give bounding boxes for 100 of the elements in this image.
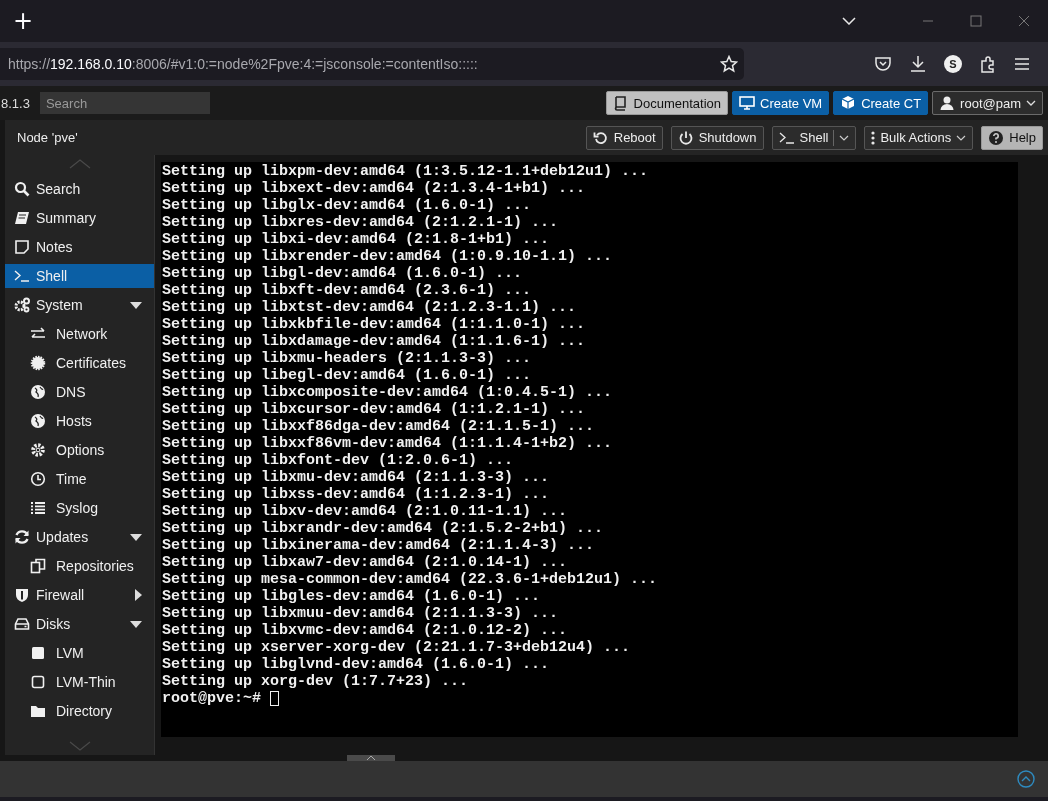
user-icon <box>939 95 956 111</box>
terminal-line: Setting up libxrender-dev:amd64 (1:0.9.10-1.1) ... <box>162 248 614 265</box>
terminal-line: Setting up libxpm-dev:amd64 (1:3.5.12-1.1+deb12u1) ... <box>162 163 650 180</box>
user-menu-button[interactable]: root@pam <box>932 91 1043 115</box>
globe-icon <box>30 413 46 429</box>
sidebar-item[interactable]: Summary <box>5 206 154 230</box>
globe-icon <box>30 384 46 400</box>
shield-icon <box>14 587 30 603</box>
maximize-icon[interactable] <box>970 15 982 27</box>
terminal-screen[interactable] <box>161 162 1018 737</box>
drive-icon <box>14 616 30 632</box>
reboot-button[interactable]: Reboot <box>585 125 663 150</box>
sidebar-item[interactable]: LVM <box>5 641 154 665</box>
sidebar-item[interactable]: Hosts <box>5 409 154 433</box>
note-icon <box>14 239 30 255</box>
pocket-icon[interactable] <box>874 55 892 73</box>
sidebar-item[interactable]: Search <box>5 177 154 201</box>
terminal-line: Setting up libglvnd-dev:amd64 (1.6.0-1) ... <box>162 656 551 673</box>
terminal-line: Setting up xorg-dev (1:7.7+23) ... <box>162 673 470 690</box>
shutdown-button[interactable]: Shutdown <box>670 125 764 150</box>
sidebar-item[interactable]: Firewall <box>5 583 154 607</box>
menu-button[interactable]: Bulk Actions <box>864 125 974 150</box>
download-icon[interactable] <box>909 55 927 73</box>
chevron-down-icon <box>839 134 850 141</box>
terminal-line: Setting up libxvmc-dev:amd64 (2:1.0.12-2) ... <box>162 622 569 639</box>
split-button[interactable]: Shell <box>771 125 857 150</box>
bookmark-star-icon[interactable] <box>720 55 738 73</box>
terminal-line: Setting up libxfont-dev (1:2.0.6-1) ... <box>162 452 515 469</box>
documentation-button[interactable]: Documentation <box>605 91 728 115</box>
monitor-icon <box>739 95 755 111</box>
create-button[interactable]: Create VM <box>732 91 830 115</box>
close-icon[interactable] <box>1018 15 1030 27</box>
caret-down-icon[interactable] <box>130 533 142 541</box>
sidebar-item[interactable]: Options <box>5 438 154 462</box>
profile-avatar[interactable]: S <box>944 55 962 73</box>
new-tab-button[interactable]: + <box>8 9 38 33</box>
terminal-prompt: root@pve:~# <box>162 690 262 707</box>
terminal-line: Setting up libxtst-dev:amd64 (2:1.2.3-1.1) ... <box>162 299 578 316</box>
create-button[interactable]: Create CT <box>833 91 929 115</box>
text-cursor <box>270 691 280 706</box>
sidebar-item[interactable]: DNS <box>5 380 154 404</box>
sidebar-item[interactable]: Disks <box>5 612 154 636</box>
terminal-line: Setting up libxmu-dev:amd64 (2:1.1.3-3) ... <box>162 469 551 486</box>
power-icon <box>677 129 694 146</box>
refresh-icon <box>14 529 30 545</box>
terminal-line: Setting up libxres-dev:amd64 (2:1.2.1-1) ... <box>162 214 560 231</box>
collapse-handle-icon[interactable] <box>347 755 395 761</box>
folder-icon <box>30 703 46 719</box>
menu-icon[interactable] <box>1014 57 1030 71</box>
sidebar-item[interactable]: System <box>5 293 154 317</box>
puzzle-icon[interactable] <box>979 55 997 73</box>
terminal-line: Setting up mesa-common-dev:amd64 (22.3.6-1+deb12u1) ... <box>162 571 659 588</box>
terminal-line: Setting up libxi-dev:amd64 (2:1.8-1+b1) ... <box>162 231 551 248</box>
sidebar-item[interactable]: Repositories <box>5 554 154 578</box>
version-label: 8.1.3 <box>1 95 30 111</box>
url-text: https://192.168.0.10:8006/#v1:0:=node%2Fpve:4:=jsconsole:=contentIso::::: <box>8 56 479 72</box>
caret-right-icon[interactable] <box>135 589 142 601</box>
sidebar-item[interactable]: Network <box>5 322 154 346</box>
sidebar-item[interactable]: Certificates <box>5 351 154 375</box>
book-icon <box>14 210 30 226</box>
book-icon <box>612 95 629 111</box>
terminal-line: Setting up libxaw7-dev:amd64 (2:1.0.14-1) ... <box>162 554 569 571</box>
sidebar-item[interactable]: Syslog <box>5 496 154 520</box>
terminal-icon <box>14 268 30 284</box>
cube-icon <box>840 95 857 111</box>
sidebar-item[interactable]: Directory <box>5 699 154 723</box>
sidebar-item[interactable]: Shell <box>5 264 154 288</box>
search-icon <box>14 181 30 197</box>
tab-list-icon[interactable] <box>842 17 856 25</box>
scroll-up-icon[interactable] <box>1017 770 1035 788</box>
sidebar-item[interactable]: Time <box>5 467 154 491</box>
caret-down-icon[interactable] <box>130 620 142 628</box>
search-field[interactable]: Search <box>39 92 210 114</box>
sidebar-item[interactable]: LVM-Thin <box>5 670 154 694</box>
terminal-line: Setting up libxxf86vm-dev:amd64 (1:1.1.4-1+b2) ... <box>162 435 614 452</box>
undo-icon <box>592 129 609 146</box>
address-bar[interactable]: https://192.168.0.10:8006/#v1:0:=node%2Fpve:4:=jsconsole:=contentIso::::: <box>0 48 744 80</box>
chevron-down-icon <box>956 134 967 141</box>
caret-down-icon[interactable] <box>130 301 142 309</box>
clock-icon <box>30 471 46 487</box>
help-button[interactable]: Help <box>981 125 1043 150</box>
terminal-line: Setting up libxmuu-dev:amd64 (2:1.1.3-3) ... <box>162 605 560 622</box>
list-icon <box>30 500 46 516</box>
sidebar-item[interactable]: Updates <box>5 525 154 549</box>
certificate-icon <box>30 355 46 371</box>
terminal-line: Setting up libxext-dev:amd64 (2:1.3.4-1+b1) ... <box>162 180 587 197</box>
terminal-line: Setting up libxss-dev:amd64 (1:1.2.3-1) ... <box>162 486 551 503</box>
terminal-line: Setting up libxdamage-dev:amd64 (1:1.1.6-1) ... <box>162 333 587 350</box>
terminal-line: Setting up libxv-dev:amd64 (2:1.0.11-1.1) ... <box>162 503 569 520</box>
help-icon <box>988 129 1005 146</box>
gears-icon <box>14 297 30 313</box>
vertical-dots-icon <box>871 129 876 146</box>
terminal-line: Setting up xserver-xorg-dev (2:21.1.7-3+deb12u4) ... <box>162 639 632 656</box>
terminal-line: Setting up libxcursor-dev:amd64 (1:1.2.1-1) ... <box>162 401 587 418</box>
terminal-line: Setting up libxft-dev:amd64 (2.3.6-1) ... <box>162 282 533 299</box>
sidebar-item[interactable]: Notes <box>5 235 154 259</box>
terminal-line: Setting up libxcomposite-dev:amd64 (1:0.4.5-1) ... <box>162 384 614 401</box>
terminal-line: Setting up libgles-dev:amd64 (1.6.0-1) ... <box>162 588 542 605</box>
terminal-line: Setting up libglx-dev:amd64 (1.6.0-1) ... <box>162 197 533 214</box>
terminal-line: Setting up libegl-dev:amd64 (1.6.0-1) ... <box>162 367 533 384</box>
